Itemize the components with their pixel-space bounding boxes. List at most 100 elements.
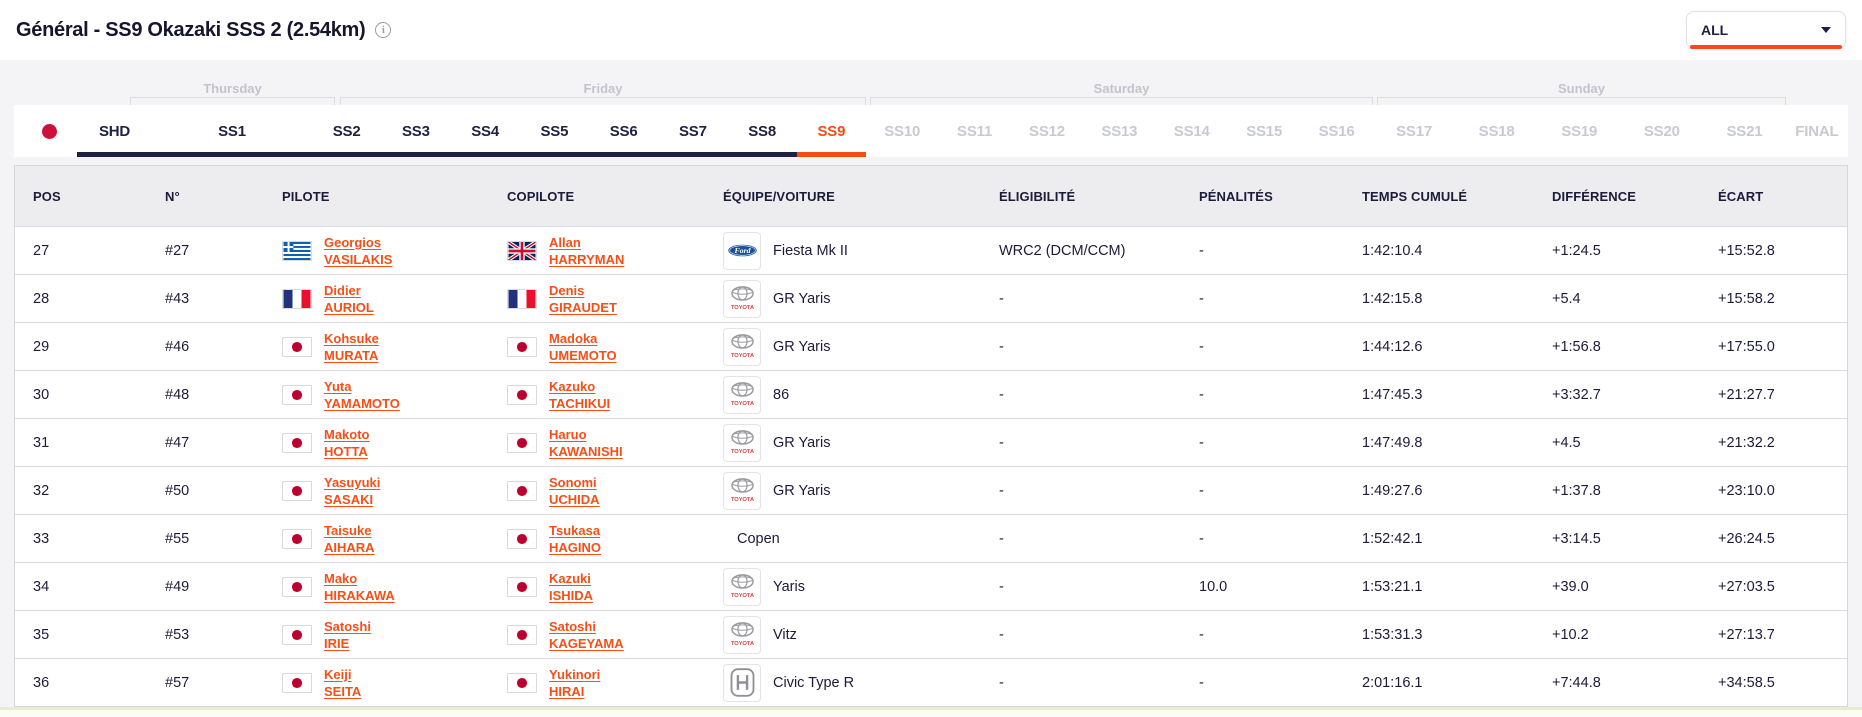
stage-tab-ss8[interactable]: SS8 xyxy=(727,105,798,157)
copilot-last-name: TACHIKUI xyxy=(549,395,611,411)
stage-tab-ss5[interactable]: SS5 xyxy=(519,105,590,157)
position-cell: 33 xyxy=(33,530,50,547)
stage-tab-ss18[interactable]: SS18 xyxy=(1455,105,1538,157)
eligibility-cell: WRC2 (DCM/CCM) xyxy=(999,242,1126,259)
stage-tab-ss17[interactable]: SS17 xyxy=(1373,105,1456,157)
stage-tab-ss4[interactable]: SS4 xyxy=(450,105,521,157)
eligibility-cell: - xyxy=(999,482,1004,499)
cumulative-time-cell: 1:42:10.4 xyxy=(1362,242,1423,259)
stage-tab-ss14[interactable]: SS14 xyxy=(1156,105,1228,157)
copilot-link[interactable]: Kazuki ISHIDA xyxy=(549,570,593,604)
stage-tab-ss2[interactable]: SS2 xyxy=(312,105,382,157)
info-icon[interactable]: i xyxy=(375,22,392,38)
eligibility-cell: - xyxy=(999,674,1004,691)
live-dot-icon xyxy=(42,123,57,139)
copilot-last-name: KAWANISHI xyxy=(549,443,623,459)
table-row: 32 #50 Yasuyuki SASAKI Sonomi UCHIDA TOY… xyxy=(15,466,1847,514)
eligibility-cell: - xyxy=(999,290,1004,307)
cumulative-time-cell: 1:53:31.3 xyxy=(1362,626,1423,643)
pilot-link[interactable]: Georgios VASILAKIS xyxy=(324,234,392,268)
difference-cell: +3:14.5 xyxy=(1552,530,1601,547)
copilot-flag-icon xyxy=(507,480,537,501)
pilot-link[interactable]: Kohsuke MURATA xyxy=(324,330,379,364)
pilot-link[interactable]: Satoshi IRIE xyxy=(324,618,371,652)
penalties-cell: - xyxy=(1199,530,1204,547)
stage-tab-shd[interactable]: SHD xyxy=(77,105,152,157)
car-logo-icon: TOYOTA xyxy=(723,327,761,366)
copilot-link[interactable]: Satoshi KAGEYAMA xyxy=(549,618,624,652)
pilot-last-name: HOTTA xyxy=(324,443,368,459)
gap-cell: +17:55.0 xyxy=(1718,338,1775,355)
stage-tab-ss9[interactable]: SS9 xyxy=(796,105,867,157)
pilot-link[interactable]: Yasuyuki SASAKI xyxy=(324,474,380,508)
pilot-link[interactable]: Taisuke AIHARA xyxy=(324,522,375,556)
column-header: ÉQUIPE/VOITURE xyxy=(723,188,835,204)
copilot-cell: Allan HARRYMAN xyxy=(489,227,705,274)
eligibility-cell: - xyxy=(999,386,1004,403)
copilot-cell: Denis GIRAUDET xyxy=(489,275,705,322)
position-cell: 27 xyxy=(33,242,50,259)
pilot-link[interactable]: Didier AURIOL xyxy=(324,282,374,316)
stage-filter-dropdown[interactable]: ALL xyxy=(1686,11,1846,49)
pilot-link[interactable]: Yuta YAMAMOTO xyxy=(324,378,400,412)
penalties-cell: - xyxy=(1199,386,1204,403)
copilot-link[interactable]: Haruo KAWANISHI xyxy=(549,426,623,460)
copilot-link[interactable]: Madoka UMEMOTO xyxy=(549,330,617,364)
car-logo-icon: TOYOTA xyxy=(723,375,761,414)
copilot-flag-icon xyxy=(507,528,537,549)
copilot-first-name: Allan xyxy=(549,234,581,250)
pilot-link[interactable]: Mako HIRAKAWA xyxy=(324,570,395,604)
copilot-link[interactable]: Sonomi UCHIDA xyxy=(549,474,600,508)
car-number-cell: #50 xyxy=(165,482,190,499)
stage-tab-ss7[interactable]: SS7 xyxy=(658,105,728,157)
car-number-cell: #57 xyxy=(165,674,190,691)
stage-tab-ss15[interactable]: SS15 xyxy=(1228,105,1300,157)
car-logo-icon: TOYOTA xyxy=(723,615,761,654)
pilot-link[interactable]: Makoto HOTTA xyxy=(324,426,370,460)
day-group-thursday: Thursday xyxy=(130,81,335,105)
pilot-flag-icon xyxy=(282,432,312,453)
stage-tab-ss19[interactable]: SS19 xyxy=(1538,105,1621,157)
stage-tab-ss3[interactable]: SS3 xyxy=(381,105,451,157)
pilot-first-name: Kohsuke xyxy=(324,330,379,346)
pilot-cell: Keiji SEITA xyxy=(264,659,489,706)
stage-tab-ss21[interactable]: SS21 xyxy=(1703,105,1786,157)
car-number-cell: #55 xyxy=(165,530,190,547)
copilot-link[interactable]: Yukinori HIRAI xyxy=(549,666,600,700)
copilot-last-name: HAGINO xyxy=(549,539,601,555)
stage-tab-ss11[interactable]: SS11 xyxy=(938,105,1010,157)
copilot-link[interactable]: Kazuko TACHIKUI xyxy=(549,378,610,412)
car-number-cell: #53 xyxy=(165,626,190,643)
stage-tab-ss13[interactable]: SS13 xyxy=(1083,105,1155,157)
copilot-cell: Tsukasa HAGINO xyxy=(489,515,705,562)
pilot-flag-icon xyxy=(282,528,312,549)
pilot-first-name: Yuta xyxy=(324,378,352,394)
svg-text:TOYOTA: TOYOTA xyxy=(730,641,753,647)
stage-tab-ss12[interactable]: SS12 xyxy=(1011,105,1083,157)
stage-tab-ss1[interactable]: SS1 xyxy=(152,105,312,157)
gap-cell: +26:24.5 xyxy=(1718,530,1775,547)
stage-tabs: SHD SS1 SS2 SS3 SS4 SS5 SS6 SS7 SS8 SS9 SS10 SS11 SS… xyxy=(77,105,1848,157)
live-indicator-cell xyxy=(14,105,77,157)
table-header-row: POS N° PILOTE COPILOTE ÉQUIPE/VOITURE ÉLIGIBI… xyxy=(15,166,1847,226)
car-cell: TOYOTA GR Yaris xyxy=(705,275,981,322)
car-model: Vitz xyxy=(773,626,797,643)
pilot-link[interactable]: Keiji SEITA xyxy=(324,666,361,700)
eligibility-cell: - xyxy=(999,530,1004,547)
difference-cell: +39.0 xyxy=(1552,578,1589,595)
stage-tab-final[interactable]: FINAL xyxy=(1786,105,1848,157)
stage-tab-ss10[interactable]: SS10 xyxy=(866,105,938,157)
stage-tab-ss16[interactable]: SS16 xyxy=(1300,105,1372,157)
penalties-cell: - xyxy=(1199,434,1204,451)
penalties-cell: - xyxy=(1199,242,1204,259)
copilot-link[interactable]: Allan HARRYMAN xyxy=(549,234,624,268)
car-number-cell: #43 xyxy=(165,290,190,307)
stage-tab-ss6[interactable]: SS6 xyxy=(589,105,659,157)
copilot-link[interactable]: Tsukasa HAGINO xyxy=(549,522,601,556)
cumulative-time-cell: 1:44:12.6 xyxy=(1362,338,1423,355)
pilot-last-name: MURATA xyxy=(324,347,379,363)
car-logo-icon: TOYOTA xyxy=(723,279,761,318)
copilot-link[interactable]: Denis GIRAUDET xyxy=(549,282,617,316)
svg-text:TOYOTA: TOYOTA xyxy=(730,305,753,311)
stage-tab-ss20[interactable]: SS20 xyxy=(1621,105,1704,157)
